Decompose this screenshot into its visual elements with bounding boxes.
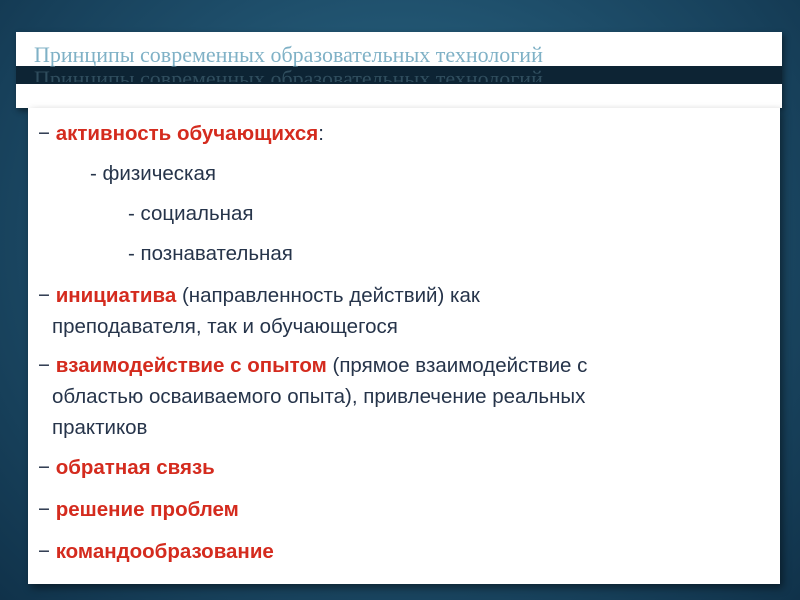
item-text: (прямое взаимодействие с bbox=[326, 354, 588, 377]
slide-title-bar: Принципы современных образовательных тех… bbox=[16, 32, 782, 108]
list-item-problem-solving: − решение проблем bbox=[38, 494, 758, 525]
slide-title-reflection: Принципы современных образовательных тех… bbox=[34, 66, 543, 82]
item-text-continuation: областью осваиваемого опыта), привлечени… bbox=[52, 385, 586, 408]
item-text-continuation: преподавателя, так и обучающегося bbox=[52, 315, 398, 338]
list-item-experience: − взаимодействие с опытом (прямое взаимо… bbox=[38, 350, 758, 443]
dash-bullet: − bbox=[38, 354, 50, 377]
item-heading: обратная связь bbox=[55, 456, 215, 479]
list-item-feedback: − обратная связь bbox=[38, 452, 758, 483]
slide-content-panel: − активность обучающихся: - физическая -… bbox=[28, 108, 780, 584]
item-heading: активность обучающихся bbox=[55, 122, 319, 145]
dash-bullet: − bbox=[38, 456, 50, 479]
item-heading: взаимодействие с опытом bbox=[55, 354, 327, 377]
dash-bullet: − bbox=[38, 122, 50, 145]
item-text: (направленность действий) как bbox=[176, 284, 480, 307]
slide-title: Принципы современных образовательных тех… bbox=[34, 42, 543, 67]
sub-item-social: - социальная bbox=[128, 202, 254, 225]
item-text-continuation: практиков bbox=[52, 416, 148, 439]
dash-bullet: − bbox=[38, 284, 50, 307]
item-heading: решение проблем bbox=[55, 498, 239, 521]
item-heading: инициатива bbox=[55, 284, 177, 307]
dash-bullet: − bbox=[38, 498, 50, 521]
list-item-initiative: − инициатива (направленность действий) к… bbox=[38, 280, 758, 342]
list-item-activity: − активность обучающихся: bbox=[38, 118, 758, 149]
sub-item-cognitive: - познавательная bbox=[128, 242, 293, 265]
list-item-team-building: − командообразование bbox=[38, 536, 758, 567]
dash-bullet: − bbox=[38, 540, 50, 563]
item-colon: : bbox=[318, 122, 324, 145]
sub-item-physical: - физическая bbox=[90, 162, 216, 185]
item-heading: командообразование bbox=[55, 540, 274, 563]
